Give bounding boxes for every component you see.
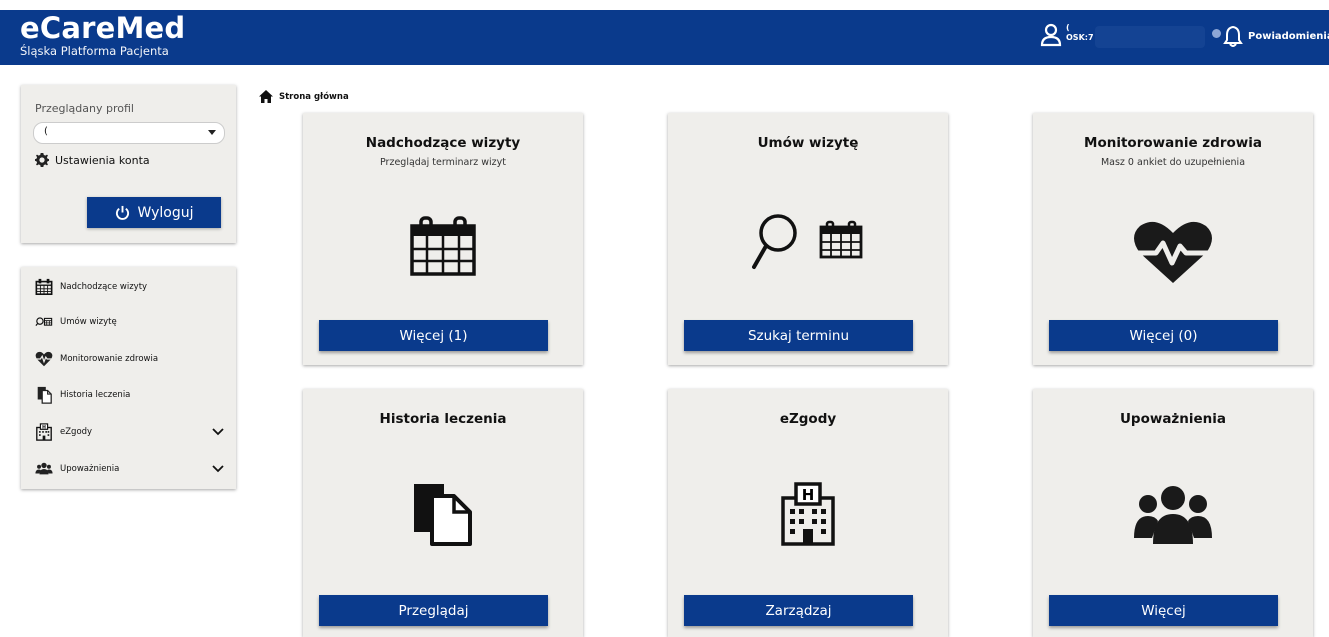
sidebar-item-health-monitoring[interactable]: Monitorowanie zdrowia: [34, 349, 224, 369]
health-monitoring-more-button[interactable]: Więcej (0): [1049, 320, 1278, 351]
brand-title: eCareMed: [20, 11, 186, 45]
card-treatment-history: Historia leczenia Przeglądaj: [303, 389, 583, 637]
card-title: Nadchodzące wizyty: [365, 135, 521, 151]
sidebar-item-book-visit[interactable]: Umów wizytę: [34, 312, 224, 332]
sidebar-nav: Nadchodzące wizyty Umów wizytę Monitorow…: [21, 267, 236, 489]
sidebar-item-label: eZgody: [60, 427, 93, 437]
profile-label: Przeglądany profil: [35, 102, 134, 115]
calendar-icon: [410, 216, 476, 276]
card-health-monitoring: Monitorowanie zdrowia Masz 0 ankiet do u…: [1033, 113, 1313, 365]
card-upcoming-visits: Nadchodzące wizyty Przeglądaj terminarz …: [303, 113, 583, 365]
logout-label: Wyloguj: [137, 204, 194, 221]
card-title: eZgody: [779, 411, 837, 427]
card-title: Monitorowanie zdrowia: [1084, 135, 1262, 151]
svg-text:H: H: [42, 424, 46, 430]
breadcrumb-home: Strona główna: [279, 91, 349, 102]
brand-subtitle: Śląska Platforma Pacjenta: [20, 44, 169, 58]
chevron-down-icon: [208, 130, 216, 135]
sidebar-item-upcoming-visits[interactable]: Nadchodzące wizyty: [34, 277, 224, 297]
account-settings-link[interactable]: Ustawienia konta: [35, 153, 150, 167]
card-ezgody: eZgody H Zarządzaj: [668, 389, 948, 637]
brand-logo[interactable]: eCareMed Śląska Platforma Pacjenta: [20, 12, 185, 58]
redacted-user-info: [1095, 26, 1205, 48]
account-settings-label: Ustawienia konta: [55, 153, 150, 167]
gear-icon: [35, 153, 49, 167]
heartbeat-icon: [1132, 221, 1214, 283]
top-header: eCareMed Śląska Platforma Pacjenta ( OSK…: [0, 10, 1329, 65]
sidebar-item-label: Nadchodzące wizyty: [60, 282, 148, 292]
power-icon: [115, 205, 129, 220]
logout-button[interactable]: Wyloguj: [87, 197, 221, 228]
upcoming-visits-more-button[interactable]: Więcej (1): [319, 320, 548, 351]
card-title: Upoważnienia: [1119, 411, 1227, 427]
documents-icon: [37, 386, 52, 404]
card-title: Umów wizytę: [757, 135, 859, 151]
sidebar-item-label: Historia leczenia: [60, 390, 131, 400]
svg-text:H: H: [802, 486, 815, 504]
user-icon: [1040, 23, 1062, 47]
user-menu[interactable]: ( OSK:7: [1040, 23, 1094, 47]
users-icon: [35, 462, 53, 475]
notifications-label: Powiadomienia: [1248, 30, 1329, 42]
sidebar-item-label: Monitorowanie zdrowia: [60, 354, 159, 364]
user-id: OSK:7: [1066, 33, 1094, 42]
breadcrumb[interactable]: Strona główna: [259, 90, 349, 103]
card-subtitle: Przeglądaj terminarz wizyt: [379, 157, 506, 168]
card-title: Historia leczenia: [379, 411, 507, 427]
treatment-history-browse-button[interactable]: Przeglądaj: [319, 595, 548, 626]
sidebar-item-ezgody[interactable]: H eZgody: [34, 422, 224, 442]
sidebar-item-label: Upoważnienia: [60, 464, 120, 474]
home-icon: [259, 90, 273, 103]
users-icon: [1134, 486, 1212, 544]
chevron-down-icon[interactable]: [212, 425, 224, 437]
bell-icon: [1223, 25, 1243, 47]
card-subtitle: Masz 0 ankiet do uzupełnienia: [1100, 157, 1246, 168]
profile-select[interactable]: (: [33, 122, 225, 144]
documents-icon: [414, 484, 472, 546]
search-appointment-button[interactable]: Szukaj terminu: [684, 320, 913, 351]
hospital-icon: H: [36, 423, 52, 441]
authorizations-more-button[interactable]: Więcej: [1049, 595, 1278, 626]
card-authorizations: Upoważnienia Więcej: [1033, 389, 1313, 637]
notification-dot: [1212, 28, 1221, 38]
chevron-down-icon[interactable]: [212, 462, 224, 474]
notifications-button[interactable]: Powiadomienia: [1212, 25, 1329, 47]
card-book-visit: Umów wizytę Szukaj terminu: [668, 113, 948, 365]
sidebar-item-treatment-history[interactable]: Historia leczenia: [34, 385, 224, 405]
hospital-icon: H: [781, 482, 835, 546]
sidebar-item-authorizations[interactable]: Upoważnienia: [34, 459, 224, 479]
heartbeat-icon: [35, 351, 53, 367]
user-name: (: [1066, 23, 1070, 32]
profile-panel: Przeglądany profil ( Ustawienia konta Wy…: [21, 85, 236, 243]
calendar-icon: [35, 278, 53, 296]
ezgody-manage-button[interactable]: Zarządzaj: [684, 595, 913, 626]
search-calendar-icon: [35, 317, 53, 326]
profile-selected-value: (: [44, 126, 48, 137]
sidebar-item-label: Umów wizytę: [60, 317, 117, 327]
search-calendar-icon: [752, 214, 863, 269]
